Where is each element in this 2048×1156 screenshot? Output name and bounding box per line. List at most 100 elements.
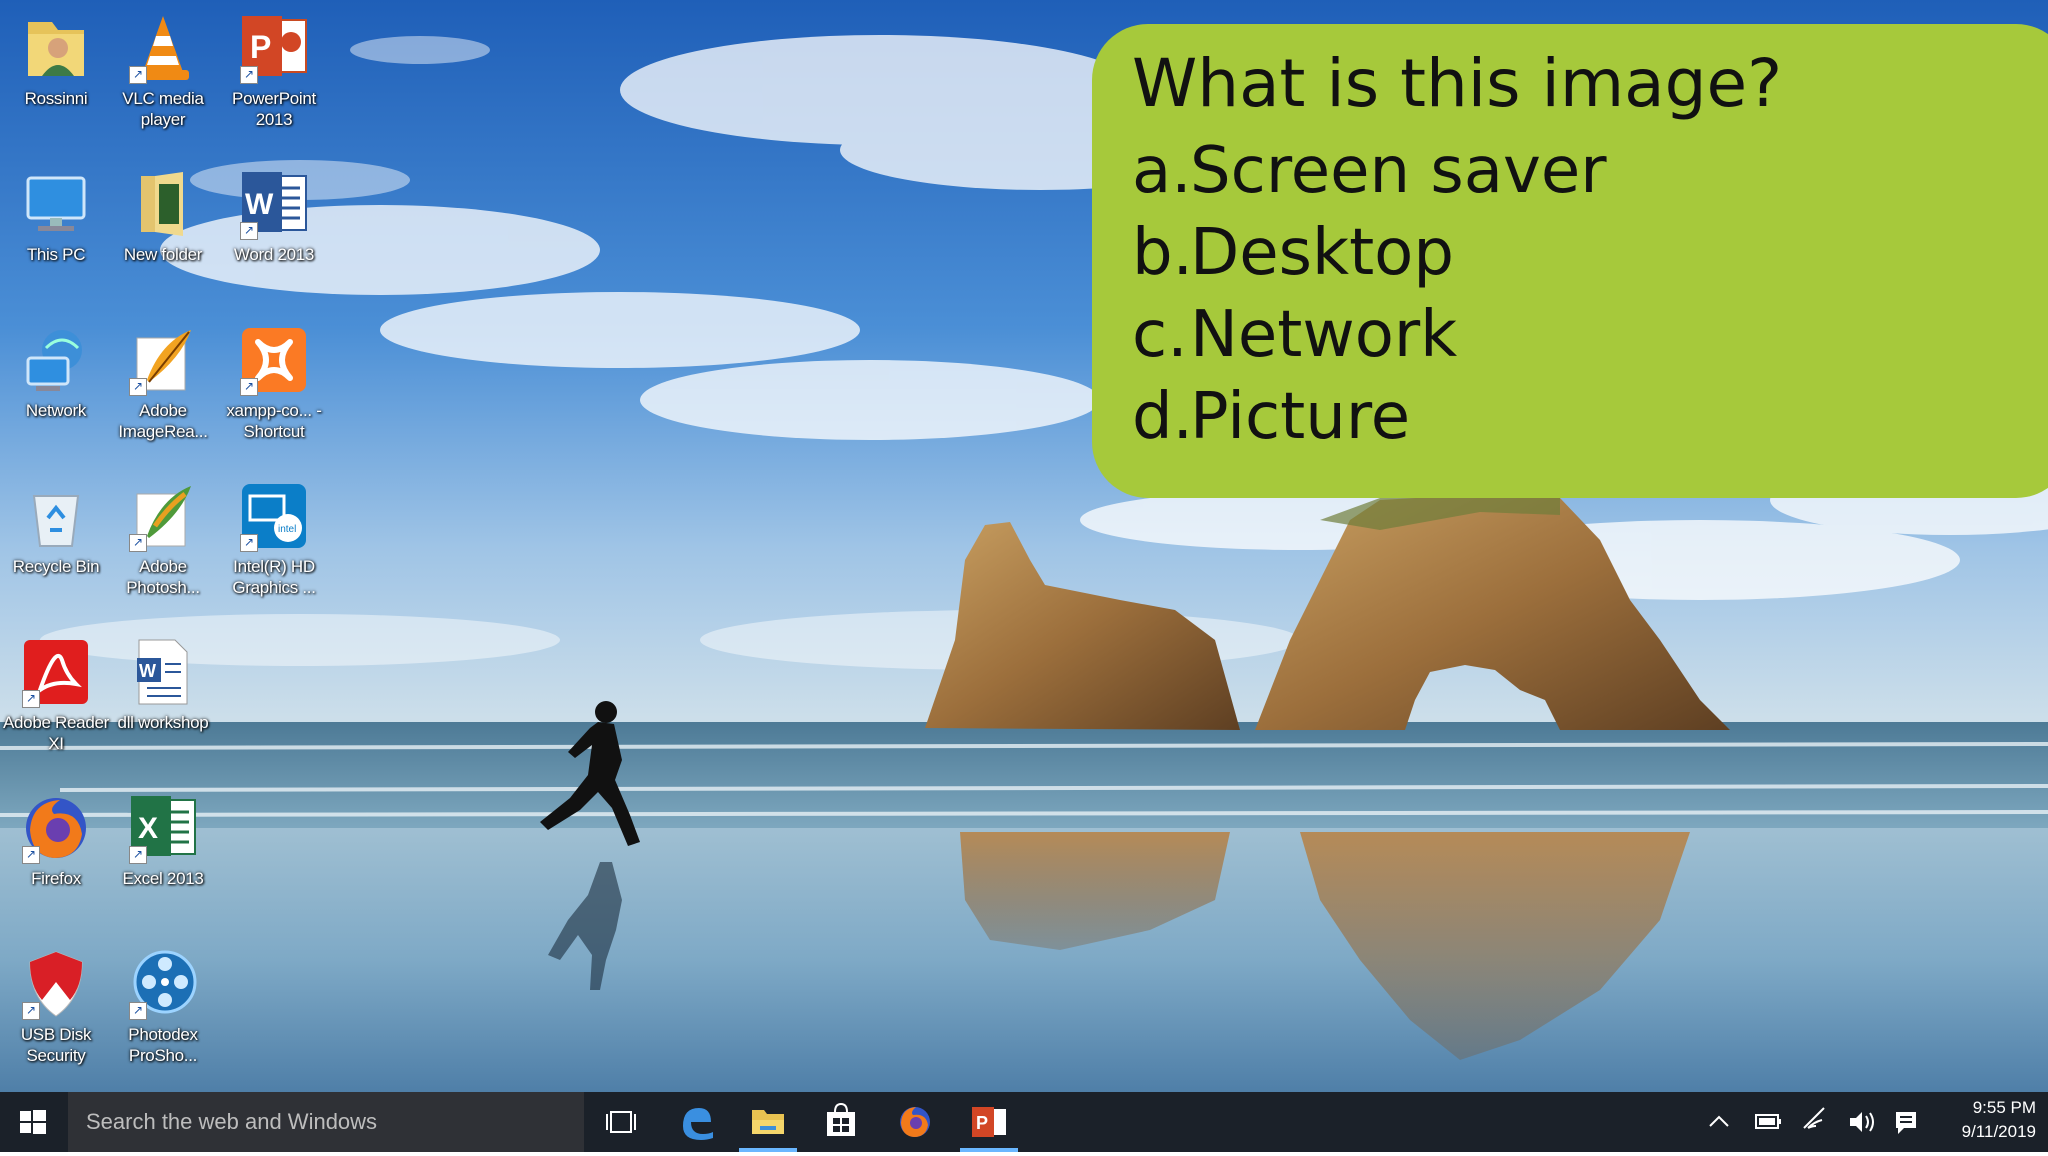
desktop-icon-label: Adobe Reader XI [2,713,110,753]
film-reel-icon: ↗ [125,946,201,1022]
firefox-icon [900,1107,930,1137]
option-key: c. [1132,298,1188,372]
quiz-option-d: d. Picture [1132,376,1607,458]
xampp-icon: ↗ [236,322,312,398]
powerpoint-icon: P [972,1107,1006,1137]
desktop-icon-vlc[interactable]: ↗ VLC media player [107,2,219,130]
desktop-icon-new-folder[interactable]: New folder [107,158,219,265]
svg-text:W: W [245,188,274,221]
feather-icon: ↗ [125,478,201,554]
desktop-icon-firefox[interactable]: ↗ Firefox [0,782,112,889]
desktop-icon-label: Network [25,401,87,420]
shortcut-arrow-icon: ↗ [129,378,147,396]
desktop-icon-photodex-proshow[interactable]: ↗ Photodex ProSho... [107,938,219,1066]
desktop-icon-recycle-bin[interactable]: Recycle Bin [0,470,112,577]
task-view-icon [606,1111,636,1133]
shortcut-arrow-icon: ↗ [129,534,147,552]
clock-time: 9:55 PM [1972,1098,2036,1117]
quiz-question: What is this image? [1132,45,1783,122]
shortcut-arrow-icon: ↗ [129,1002,147,1020]
feather-icon: ↗ [125,322,201,398]
pdf-icon: ↗ [18,634,94,710]
option-key: d. [1132,380,1193,454]
desktop-icon-grid: Rossinni ↗ VLC media player P ↗ PowerPoi… [0,0,340,1092]
wifi-icon[interactable] [1803,1107,1825,1129]
svg-text:X: X [138,812,158,845]
shortcut-arrow-icon: ↗ [240,222,258,240]
volume-icon[interactable] [1850,1112,1874,1132]
desktop-icon-adobe-imageready[interactable]: ↗ Adobe ImageRea... [107,314,219,442]
shortcut-arrow-icon: ↗ [22,1002,40,1020]
chevron-up-icon[interactable] [1709,1115,1729,1127]
taskbar: Search the web and Windows P 9:55 PM 9/1… [0,1092,2048,1152]
shortcut-arrow-icon: ↗ [22,690,40,708]
desktop-icon-label: Excel 2013 [122,869,204,888]
quiz-option-c: c. Network [1132,294,1607,376]
desktop-icon-label: dll workshop [117,713,209,732]
desktop-icon-intel-graphics[interactable]: intel ↗ Intel(R) HD Graphics ... [218,470,330,598]
firefox-icon: ↗ [18,790,94,866]
shortcut-arrow-icon: ↗ [22,846,40,864]
desktop-icon-powerpoint[interactable]: P ↗ PowerPoint 2013 [218,2,330,130]
desktop-icon-label: Adobe ImageRea... [118,401,208,441]
desktop-icon-xampp[interactable]: ↗ xampp-co... - Shortcut [218,314,330,442]
edge-button[interactable] [661,1092,731,1152]
powerpoint-taskbar-button[interactable]: P [954,1092,1024,1152]
desktop-icon-label: Firefox [31,869,81,888]
desktop-icon-dll-workshop[interactable]: W dll workshop [107,626,219,733]
store-icon [827,1102,855,1136]
windows-logo-icon [20,1110,46,1134]
desktop-icon-network[interactable]: Network [0,314,112,421]
option-key: b. [1132,216,1193,290]
vlc-cone-icon: ↗ [125,10,201,86]
desktop-icon-adobe-reader[interactable]: ↗ Adobe Reader XI [0,626,112,754]
desktop-icon-label: USB Disk Security [20,1025,92,1065]
file-explorer-button[interactable] [733,1092,803,1152]
desktop-icon-label: This PC [26,245,86,264]
desktop-icon-usb-disk-security[interactable]: ↗ USB Disk Security [0,938,112,1066]
desktop-icon-excel[interactable]: X ↗ Excel 2013 [107,782,219,889]
user-folder-icon [18,10,94,86]
firefox-taskbar-button[interactable] [880,1092,950,1152]
desktop-icon-word[interactable]: W ↗ Word 2013 [218,158,330,265]
recycle-bin-icon [18,478,94,554]
intel-graphics-icon: intel ↗ [236,478,312,554]
powerpoint-icon: P ↗ [236,10,312,86]
store-button[interactable] [806,1092,876,1152]
desktop-icon-label: Photodex ProSho... [128,1025,198,1065]
option-text: Desktop [1190,216,1454,290]
search-box[interactable]: Search the web and Windows [68,1092,584,1152]
option-text: Screen saver [1190,134,1607,208]
notification-icon[interactable] [1896,1112,1916,1134]
taskbar-clock[interactable]: 9:55 PM 9/11/2019 [1926,1096,2036,1144]
shortcut-arrow-icon: ↗ [240,66,258,84]
desktop-icon-label: PowerPoint 2013 [232,89,316,129]
desktop-icon-label: New folder [123,245,203,264]
shortcut-arrow-icon: ↗ [129,846,147,864]
desktop-icon-label: Recycle Bin [12,557,100,576]
task-view-button[interactable] [586,1092,656,1152]
shortcut-arrow-icon: ↗ [129,66,147,84]
shield-icon: ↗ [18,946,94,1022]
computer-icon [18,166,94,242]
network-icon [18,322,94,398]
svg-text:P: P [976,1113,988,1133]
start-button[interactable] [0,1092,66,1152]
svg-text:P: P [250,29,271,65]
word-icon: W ↗ [236,166,312,242]
desktop-icon-rossinni[interactable]: Rossinni [0,2,112,109]
word-document-icon: W [125,634,201,710]
edge-icon [683,1108,713,1140]
svg-text:intel: intel [278,524,296,535]
desktop-icon-adobe-photoshop[interactable]: ↗ Adobe Photosh... [107,470,219,598]
quiz-options: a. Screen saver b. Desktop c. Network d. Pic… [1132,130,1607,458]
desktop-icon-label: Word 2013 [233,245,315,264]
desktop-icon-label: Rossinni [24,89,88,108]
battery-icon[interactable] [1755,1114,1781,1129]
folder-icon [125,166,201,242]
option-text: Picture [1190,380,1411,454]
desktop-icon-label: xampp-co... - Shortcut [226,401,322,441]
desktop-icon-this-pc[interactable]: This PC [0,158,112,265]
quiz-callout: What is this image? a. Screen saver b. Des… [1092,24,2048,498]
desktop-icon-label: Adobe Photosh... [126,557,200,597]
